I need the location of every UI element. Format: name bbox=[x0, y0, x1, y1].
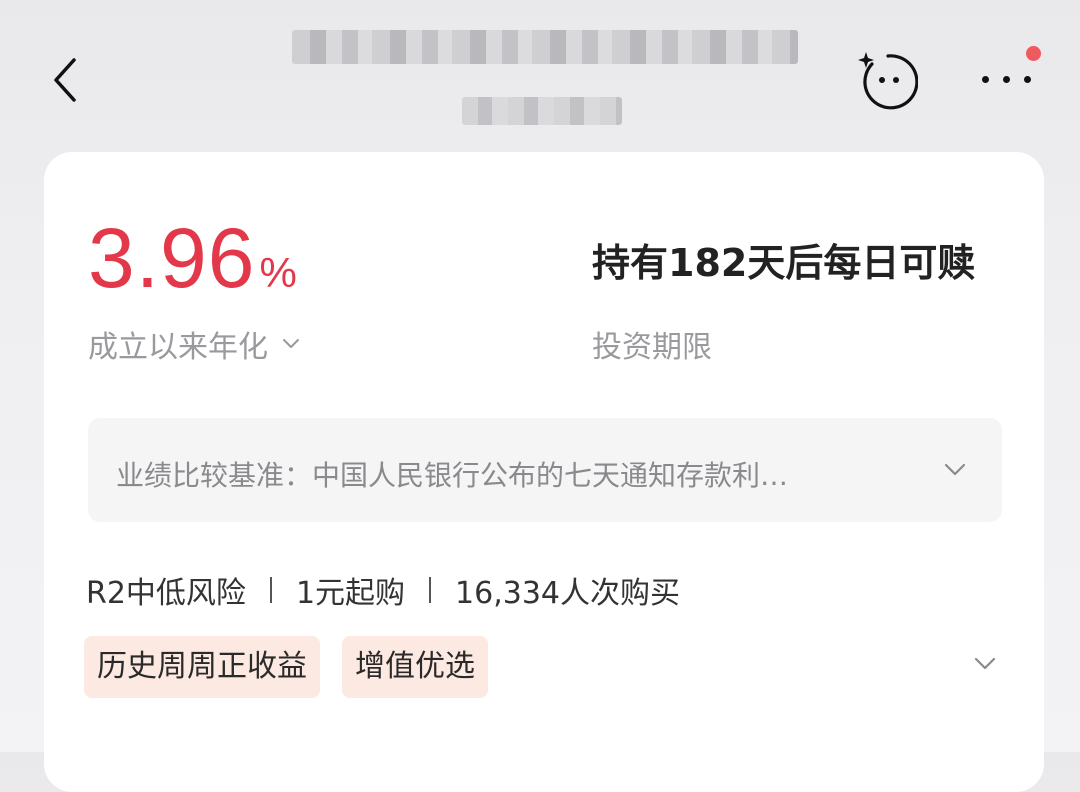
tag-value-added: 增值优选 bbox=[342, 636, 488, 698]
more-button[interactable] bbox=[970, 40, 1050, 100]
term-label: 投资期限 bbox=[592, 330, 712, 365]
term-value: 持有182天后每日可赎 bbox=[592, 241, 976, 285]
benchmark-text: 业绩比较基准：中国人民银行公布的七天通知存款利… bbox=[116, 459, 789, 492]
expand-tags-chevron-icon[interactable] bbox=[974, 657, 996, 671]
more-dots-icon bbox=[982, 76, 1031, 83]
rate-value: 3.96 bbox=[88, 211, 256, 305]
buyer-count: 16,334人次购买 bbox=[455, 576, 681, 611]
tag-weekly-positive: 历史周周正收益 bbox=[84, 636, 320, 698]
tag-list: 历史周周正收益 增值优选 bbox=[84, 636, 488, 698]
annualized-rate: 3.96% bbox=[88, 216, 297, 300]
product-card: 3.96% 成立以来年化 持有182天后每日可赎 投资期限 业绩比较基准：中国人… bbox=[44, 152, 1044, 792]
ai-assistant-face-icon bbox=[858, 52, 919, 110]
rate-label-dropdown[interactable]: 成立以来年化 bbox=[88, 322, 300, 366]
min-purchase: 1元起购 bbox=[295, 576, 406, 611]
rate-unit: % bbox=[259, 249, 297, 296]
page-subtitle bbox=[462, 97, 622, 125]
back-arrow-icon bbox=[54, 58, 76, 102]
divider bbox=[269, 577, 272, 603]
back-button[interactable] bbox=[40, 48, 96, 112]
rate-label: 成立以来年化 bbox=[88, 330, 268, 365]
chevron-down-icon bbox=[283, 339, 299, 348]
notification-dot bbox=[1026, 46, 1041, 61]
page-title bbox=[292, 30, 798, 64]
divider bbox=[429, 577, 432, 603]
benchmark-box[interactable]: 业绩比较基准：中国人民银行公布的七天通知存款利… bbox=[88, 418, 1002, 522]
ai-assistant-button[interactable] bbox=[856, 50, 919, 110]
risk-level: R2中低风险 bbox=[86, 576, 246, 611]
chevron-down-icon bbox=[944, 463, 966, 476]
product-meta: R2中低风险 1元起购 16,334人次购买 bbox=[86, 568, 680, 612]
